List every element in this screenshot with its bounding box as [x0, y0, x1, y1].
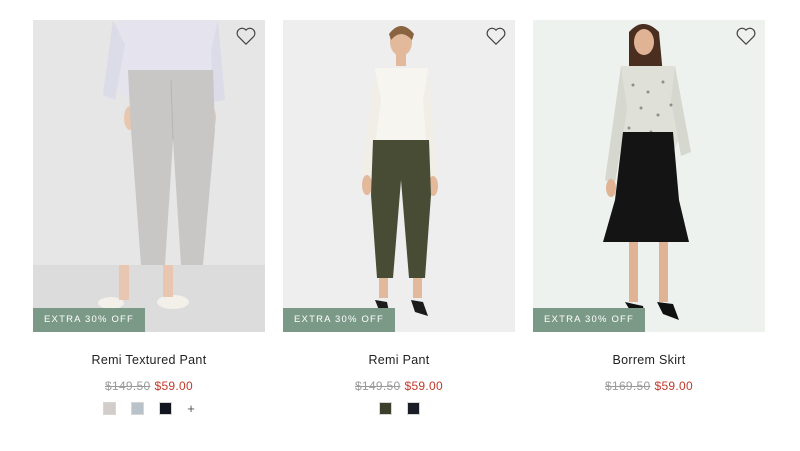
- product-grid: EXTRA 30% OFF Remi Textured Pant $149.50…: [33, 20, 765, 415]
- color-swatch-navy[interactable]: [159, 401, 173, 415]
- color-swatches: +: [103, 401, 195, 415]
- sale-price: $59.00: [654, 379, 693, 393]
- color-swatch-light-grey[interactable]: [103, 401, 117, 415]
- product-name[interactable]: Remi Textured Pant: [92, 353, 207, 367]
- product-price: $169.50 $59.00: [605, 379, 693, 393]
- original-price: $149.50: [355, 379, 401, 393]
- sale-price: $59.00: [154, 379, 193, 393]
- promo-badge: EXTRA 30% OFF: [283, 308, 396, 332]
- heart-outline-icon[interactable]: [485, 26, 507, 46]
- product-image[interactable]: EXTRA 30% OFF: [33, 20, 265, 332]
- product-price: $149.50 $59.00: [355, 379, 443, 393]
- product-name[interactable]: Remi Pant: [368, 353, 429, 367]
- color-swatch-olive[interactable]: [378, 401, 392, 415]
- product-image[interactable]: EXTRA 30% OFF: [283, 20, 515, 332]
- product-card[interactable]: EXTRA 30% OFF Remi Textured Pant $149.50…: [33, 20, 265, 415]
- heart-outline-icon[interactable]: [235, 26, 257, 46]
- original-price: $149.50: [105, 379, 151, 393]
- color-swatch-navy[interactable]: [406, 401, 420, 415]
- product-photo: [533, 20, 765, 332]
- color-swatch-blue-grey[interactable]: [131, 401, 145, 415]
- promo-badge: EXTRA 30% OFF: [533, 308, 646, 332]
- heart-outline-icon[interactable]: [735, 26, 757, 46]
- promo-badge: EXTRA 30% OFF: [33, 308, 146, 332]
- product-card[interactable]: EXTRA 30% OFF Remi Pant $149.50 $59.00: [283, 20, 515, 415]
- product-photo: [33, 20, 265, 332]
- product-price: $149.50 $59.00: [105, 379, 193, 393]
- more-colors-icon[interactable]: +: [187, 402, 195, 415]
- product-card[interactable]: EXTRA 30% OFF Borrem Skirt $169.50 $59.00: [533, 20, 765, 415]
- product-image[interactable]: EXTRA 30% OFF: [533, 20, 765, 332]
- product-name[interactable]: Borrem Skirt: [612, 353, 685, 367]
- product-photo: [283, 20, 515, 332]
- sale-price: $59.00: [404, 379, 443, 393]
- original-price: $169.50: [605, 379, 651, 393]
- color-swatches: [378, 401, 420, 415]
